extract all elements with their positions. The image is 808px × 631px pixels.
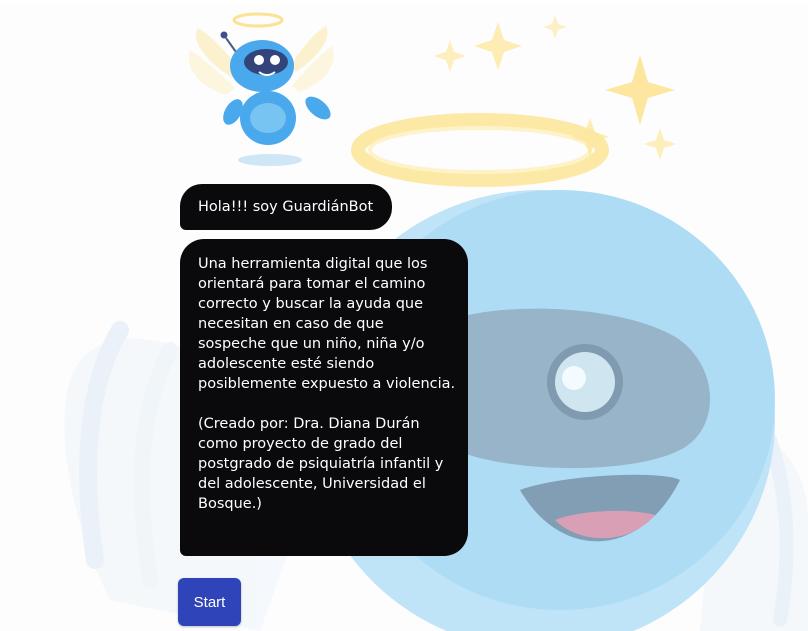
angel-robot-avatar-icon (188, 12, 334, 166)
top-fade-overlay (0, 0, 808, 10)
start-button[interactable]: Start (178, 578, 241, 626)
halo-shape (351, 113, 609, 187)
description-message-bubble: Una herramienta digital que los orientar… (180, 239, 468, 556)
chat-screen: Hola!!! soy GuardiánBot Una herramienta … (0, 0, 808, 631)
greeting-message-bubble: Hola!!! soy GuardiánBot (180, 184, 392, 230)
sparkle-icon (434, 15, 676, 160)
